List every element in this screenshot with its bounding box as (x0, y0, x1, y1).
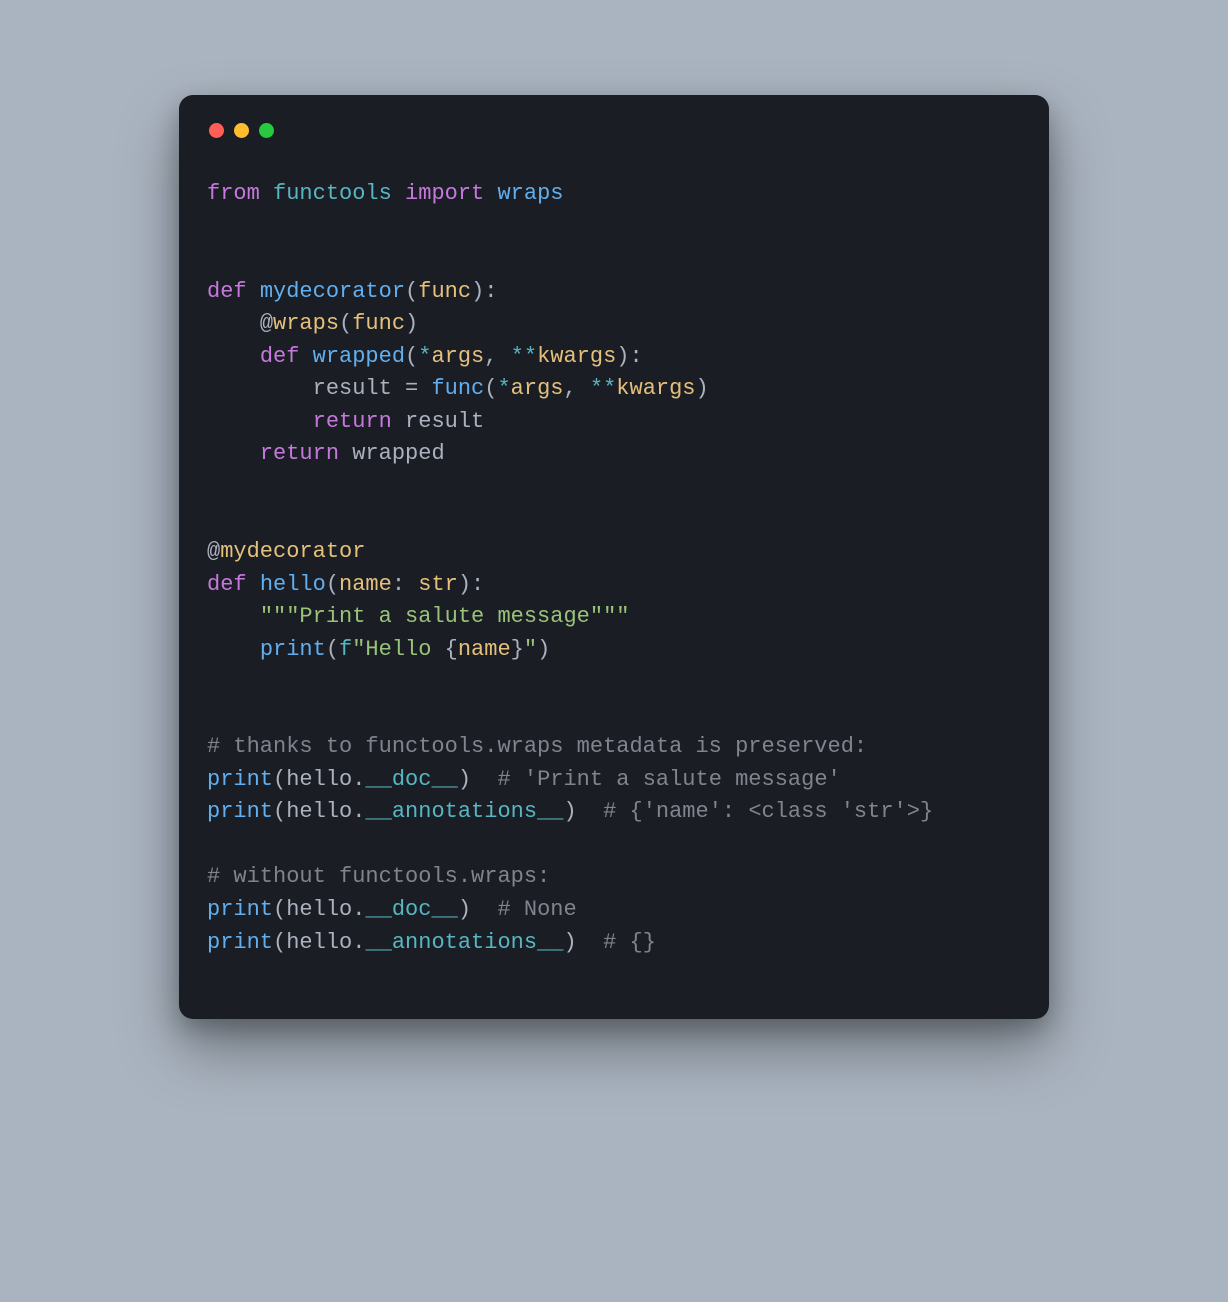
call: func (431, 376, 484, 401)
punct: ( (273, 897, 286, 922)
call: print (207, 799, 273, 824)
param: kwargs (616, 376, 695, 401)
func-name: mydecorator (260, 279, 405, 304)
punct: , (484, 344, 510, 369)
keyword-return: return (260, 441, 339, 466)
keyword-import: import (405, 181, 484, 206)
call: print (207, 767, 273, 792)
func-name: hello (260, 572, 326, 597)
zoom-icon[interactable] (259, 123, 274, 138)
comment: # 'Print a salute message' (471, 767, 841, 792)
punct: ): (616, 344, 642, 369)
punct: ) (537, 637, 550, 662)
decorator-name: mydecorator (220, 539, 365, 564)
punct: ): (471, 279, 497, 304)
decorator-at: @ (207, 539, 220, 564)
identifier: hello (286, 767, 352, 792)
code-window: from functools import wraps def mydecora… (179, 95, 1049, 1019)
call: print (260, 637, 326, 662)
param: args (511, 376, 564, 401)
keyword-def: def (207, 279, 247, 304)
identifier: name (458, 637, 511, 662)
punct: ) (405, 311, 418, 336)
identifier: wrapped (352, 441, 444, 466)
close-icon[interactable] (209, 123, 224, 138)
comment: # without functools.wraps: (207, 864, 550, 889)
punct: ( (273, 767, 286, 792)
dunder-attr: __annotations__ (365, 799, 563, 824)
string: " (524, 637, 537, 662)
decorator-at: @ (260, 311, 273, 336)
param: func (352, 311, 405, 336)
dunder-attr: __doc__ (365, 897, 457, 922)
dot: . (352, 930, 365, 955)
param: args (431, 344, 484, 369)
punct: ) (563, 799, 576, 824)
keyword-def: def (207, 572, 247, 597)
comment: # thanks to functools.wraps metadata is … (207, 734, 867, 759)
brace: { (445, 637, 458, 662)
code-block: from functools import wraps def mydecora… (207, 178, 1021, 959)
f-prefix: f (339, 637, 352, 662)
dot: . (352, 799, 365, 824)
comment: # {} (577, 930, 656, 955)
brace: } (511, 637, 524, 662)
func-name: wrapped (313, 344, 405, 369)
punct: ( (326, 572, 339, 597)
decorator-name: wraps (273, 311, 339, 336)
param: func (418, 279, 471, 304)
punct: ) (458, 767, 471, 792)
punct: ) (563, 930, 576, 955)
punct: ) (696, 376, 709, 401)
punct: ( (484, 376, 497, 401)
punct: : (392, 572, 418, 597)
double-star: ** (511, 344, 537, 369)
dunder-attr: __annotations__ (365, 930, 563, 955)
param: name (339, 572, 392, 597)
dunder-attr: __doc__ (365, 767, 457, 792)
identifier: result (313, 376, 392, 401)
punct: ( (339, 311, 352, 336)
window-controls (207, 123, 1021, 138)
operator: = (392, 376, 432, 401)
call: print (207, 897, 273, 922)
punct: ( (273, 799, 286, 824)
double-star: ** (590, 376, 616, 401)
string: "Hello (352, 637, 444, 662)
punct: ( (405, 344, 418, 369)
identifier: hello (286, 897, 352, 922)
param: kwargs (537, 344, 616, 369)
punct: ( (405, 279, 418, 304)
comment: # None (471, 897, 577, 922)
dot: . (352, 897, 365, 922)
identifier: result (405, 409, 484, 434)
module-name: functools (273, 181, 392, 206)
punct: ): (458, 572, 484, 597)
punct: ( (273, 930, 286, 955)
star: * (418, 344, 431, 369)
call: print (207, 930, 273, 955)
identifier: hello (286, 930, 352, 955)
keyword-from: from (207, 181, 260, 206)
imported-name: wraps (497, 181, 563, 206)
minimize-icon[interactable] (234, 123, 249, 138)
dot: . (352, 767, 365, 792)
star: * (497, 376, 510, 401)
type-annotation: str (418, 572, 458, 597)
punct: , (563, 376, 589, 401)
punct: ) (458, 897, 471, 922)
identifier: hello (286, 799, 352, 824)
docstring: """Print a salute message""" (260, 604, 630, 629)
punct: ( (326, 637, 339, 662)
keyword-return: return (313, 409, 392, 434)
comment: # {'name': <class 'str'>} (577, 799, 933, 824)
keyword-def: def (260, 344, 300, 369)
